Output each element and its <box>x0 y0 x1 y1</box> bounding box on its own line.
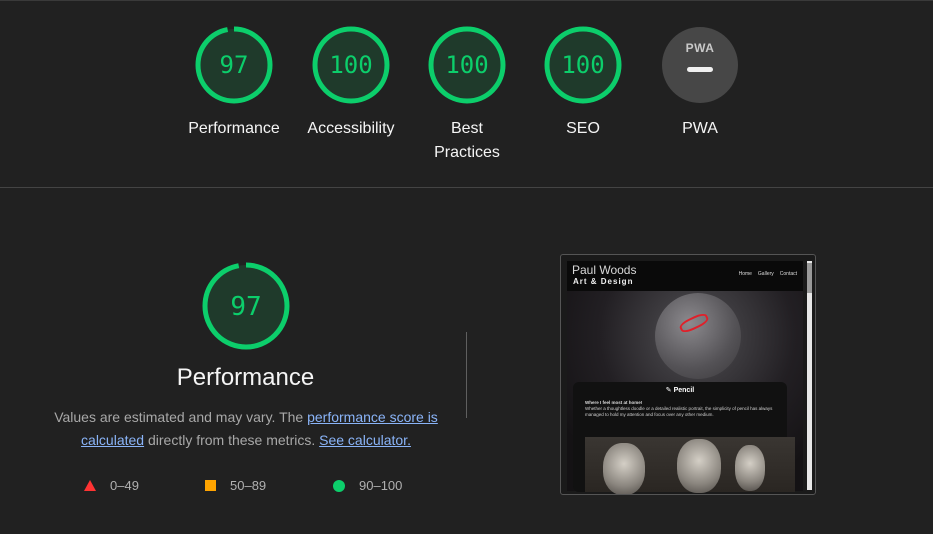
square-icon <box>205 480 216 491</box>
pwa-badge-text: PWA <box>686 41 715 55</box>
gauge-label: Performance <box>188 120 280 137</box>
gauge-ring-seo: 100 <box>544 26 622 104</box>
top-rule <box>0 0 933 1</box>
portrait-face <box>677 439 721 493</box>
gauge-label: Best Practices <box>407 117 527 165</box>
portrait-face <box>735 445 765 491</box>
gauge-ring-accessibility: 100 <box>312 26 390 104</box>
card-body: Whether a thoughtless doodle or a detail… <box>585 406 773 417</box>
site-nav: Home Gallery Contact <box>739 271 797 277</box>
performance-title: Performance <box>176 364 315 391</box>
card-title: ✎ Pencil <box>665 387 695 394</box>
smiley-artwork <box>655 293 741 379</box>
gauge-label: Accessibility <box>307 120 395 137</box>
nav-gallery: Gallery <box>757 271 774 277</box>
triangle-icon <box>84 480 96 491</box>
circle-icon <box>333 479 345 492</box>
final-screenshot[interactable]: Paul Woods Art & Design Home Gallery Con… <box>560 254 816 495</box>
nav-home: Home <box>738 271 752 277</box>
pencil-card: ✎ Pencil Where I feel most at home! Whet… <box>573 382 795 494</box>
site-header: Paul Woods Art & Design Home Gallery Con… <box>567 261 803 291</box>
portrait-face <box>603 443 645 494</box>
gauge-performance[interactable]: 97 Performance <box>174 25 294 141</box>
legend-range: 0–49 <box>110 478 139 493</box>
performance-description: Values are estimated and may vary. The p… <box>50 406 442 452</box>
see-calculator-link[interactable]: See calculator. <box>319 432 411 448</box>
gauge-label-line2: Practices <box>434 144 500 161</box>
card-subtitle: Where I feel most at home! <box>585 400 643 405</box>
section-divider <box>0 187 933 188</box>
gauge-score: 100 <box>561 51 604 79</box>
scrollbar-track <box>807 261 812 490</box>
site-subtitle: Art & Design <box>573 277 634 286</box>
description-text: Values are estimated and may vary. The <box>54 409 308 425</box>
performance-gauge: 97 <box>201 261 291 356</box>
portraits-image <box>585 437 795 494</box>
description-text: directly from these metrics. <box>144 432 320 448</box>
gauge-score: 100 <box>445 51 488 79</box>
gauge-score: 97 <box>220 51 249 79</box>
gauge-label: PWA <box>682 120 718 137</box>
gauge-label: SEO <box>566 120 600 137</box>
gauge-score: 100 <box>329 51 372 79</box>
gauge-ring-best-practices: 100 <box>428 26 506 104</box>
legend-range: 90–100 <box>359 478 403 493</box>
performance-score: 97 <box>230 292 261 322</box>
legend-range: 50–89 <box>230 478 267 493</box>
gauge-seo[interactable]: 100 SEO <box>523 25 643 141</box>
nav-contact: Contact <box>779 271 797 277</box>
vertical-separator <box>466 332 467 418</box>
performance-gauge-ring: 97 <box>202 262 290 350</box>
dash-icon <box>687 67 713 72</box>
legend-average: 50–89 <box>205 478 266 493</box>
site-name: Paul Woods <box>572 263 637 277</box>
legend-pass: 90–100 <box>333 478 402 493</box>
gauge-accessibility[interactable]: 100 Accessibility <box>291 25 411 141</box>
legend-fail: 0–49 <box>84 478 139 493</box>
scrollbar-thumb[interactable] <box>807 263 812 293</box>
gauge-pwa[interactable]: PWA PWA <box>640 25 760 141</box>
gauge-label-line1: Best <box>450 120 483 137</box>
pwa-badge: PWA <box>662 27 738 103</box>
gauge-best-practices[interactable]: 100 Best Practices <box>407 25 527 165</box>
gauge-ring-performance: 97 <box>195 26 273 104</box>
